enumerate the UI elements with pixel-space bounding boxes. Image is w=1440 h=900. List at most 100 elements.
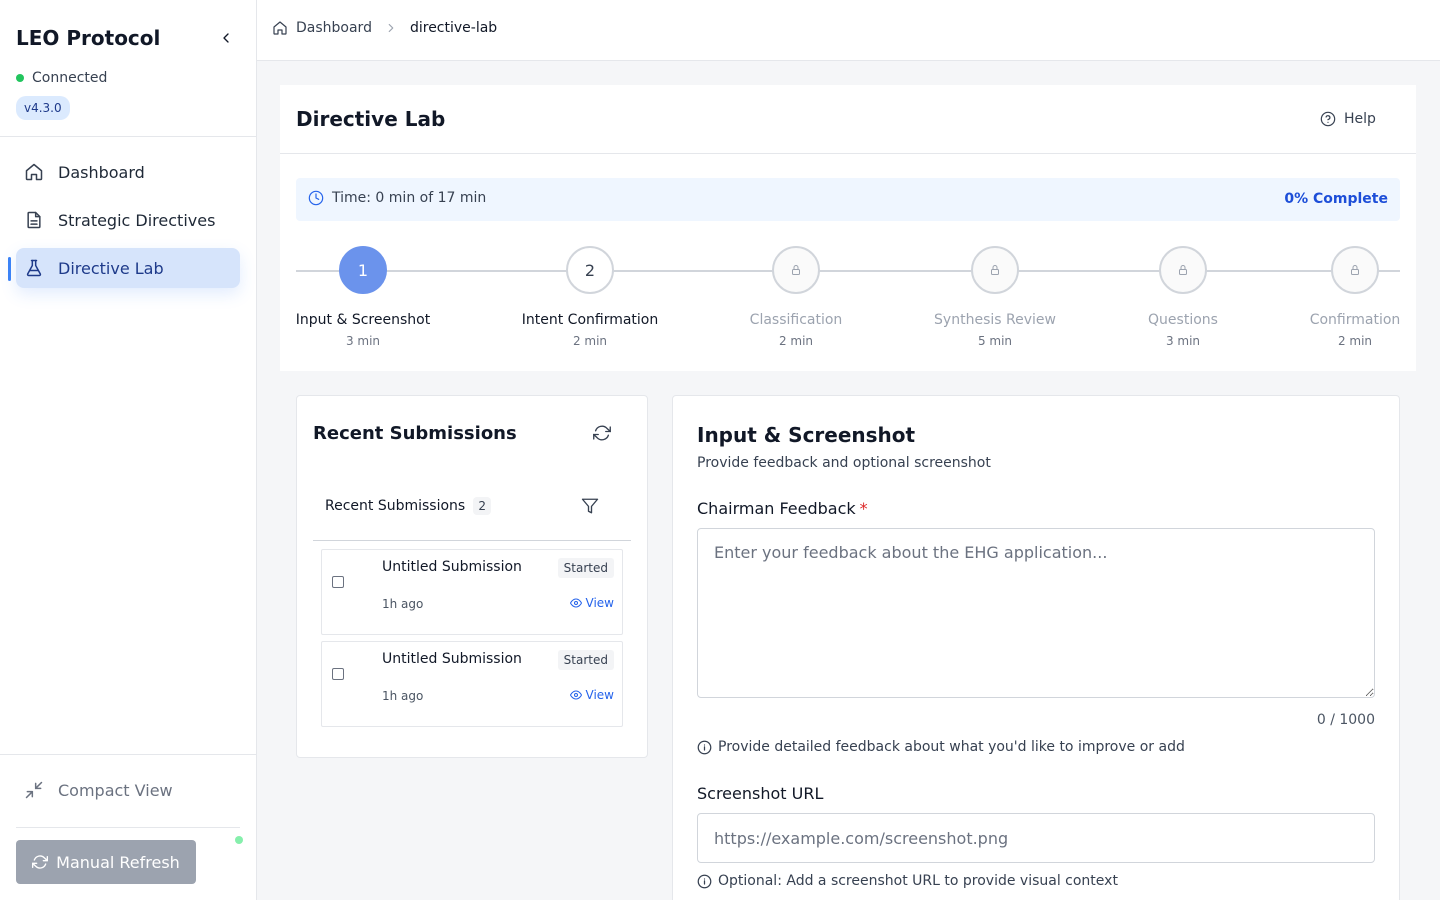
view-label: View — [585, 688, 614, 702]
view-button[interactable]: View — [569, 596, 614, 610]
lock-icon — [991, 265, 999, 275]
step-locked — [772, 246, 820, 294]
character-count: 0 / 1000 — [1316, 712, 1375, 728]
count-badge: 2 — [473, 497, 492, 515]
status-badge: Started — [557, 650, 614, 670]
home-icon — [25, 163, 43, 181]
divider — [280, 153, 1416, 154]
eye-icon — [569, 690, 582, 700]
view-label: View — [585, 596, 614, 610]
compact-view-label: Compact View — [58, 780, 173, 800]
step-synthesis-review: Synthesis Review 5 min — [925, 245, 1065, 348]
connection-status: Connected — [16, 70, 107, 86]
screenshot-url-hint: Optional: Add a screenshot URL to provid… — [697, 873, 1118, 889]
sidebar-item-label: Directive Lab — [58, 258, 164, 278]
step-intent-confirmation[interactable]: 2 Intent Confirmation 2 min — [520, 245, 660, 348]
list-title: Recent Submissions — [325, 498, 466, 514]
step-locked — [971, 246, 1019, 294]
info-icon — [697, 740, 712, 754]
submission-title: Untitled Submission — [382, 559, 522, 575]
step-time: 5 min — [977, 334, 1013, 348]
step-classification: Classification 2 min — [726, 245, 866, 348]
submission-time: 1h ago — [382, 597, 424, 611]
step-time: 3 min — [345, 334, 381, 348]
flask-icon — [26, 259, 42, 277]
step-questions: Questions 3 min — [1113, 245, 1253, 348]
step-label: Questions — [1148, 312, 1218, 328]
manual-refresh-button[interactable]: Manual Refresh — [16, 840, 196, 884]
help-circle-icon — [1320, 111, 1336, 127]
divider — [313, 540, 631, 541]
input-screenshot-form: Input & Screenshot Provide feedback and … — [672, 395, 1400, 900]
step-label: Input & Screenshot — [295, 312, 431, 328]
feedback-label-text: Chairman Feedback — [697, 499, 856, 518]
submissions-list-header: Recent Submissions 2 — [325, 497, 492, 515]
brand-title: LEO Protocol — [16, 26, 161, 50]
top-bar: Dashboard directive-lab — [257, 0, 1440, 61]
feedback-label: Chairman Feedback * — [697, 499, 868, 518]
breadcrumb-home-label: Dashboard — [296, 20, 372, 36]
step-number: 1 — [339, 246, 387, 294]
refresh-icon — [32, 855, 49, 869]
step-label: Synthesis Review — [934, 312, 1056, 328]
form-title: Input & Screenshot — [697, 423, 916, 447]
minimize-icon — [25, 781, 43, 799]
connection-status-label: Connected — [32, 70, 108, 86]
refresh-submissions-button[interactable] — [593, 424, 613, 444]
sidebar-item-dashboard[interactable]: Dashboard — [16, 152, 240, 192]
view-button[interactable]: View — [569, 688, 614, 702]
eye-icon — [569, 598, 582, 608]
step-label: Confirmation — [1309, 312, 1401, 328]
step-locked — [1331, 246, 1379, 294]
document-icon — [27, 211, 41, 229]
list-item[interactable]: Untitled Submission Started 1h ago View — [321, 641, 623, 727]
feedback-hint-text: Provide detailed feedback about what you… — [718, 739, 1185, 755]
sidebar-item-label: Dashboard — [58, 162, 145, 182]
step-time: 2 min — [778, 334, 814, 348]
screenshot-url-label: Screenshot URL — [697, 784, 824, 803]
breadcrumb-current: directive-lab — [409, 20, 498, 36]
step-time: 3 min — [1165, 334, 1201, 348]
filter-icon — [581, 498, 599, 514]
step-time: 2 min — [572, 334, 608, 348]
compact-view-toggle[interactable]: Compact View — [24, 780, 173, 800]
help-label: Help — [1344, 111, 1376, 127]
sidebar-item-directive-lab[interactable]: Directive Lab — [16, 248, 240, 288]
form-subtitle: Provide feedback and optional screenshot — [697, 455, 991, 471]
info-icon — [697, 874, 712, 888]
sidebar-item-strategic-directives[interactable]: Strategic Directives — [16, 200, 240, 240]
divider — [0, 754, 257, 755]
chevron-left-icon — [223, 33, 229, 43]
manual-refresh-label: Manual Refresh — [56, 852, 180, 872]
step-confirmation: Confirmation 2 min — [1285, 245, 1425, 348]
feedback-hint: Provide detailed feedback about what you… — [697, 739, 1185, 755]
select-checkbox[interactable] — [332, 576, 344, 588]
filter-button[interactable] — [581, 497, 601, 517]
lock-icon — [792, 265, 800, 275]
sidebar-item-label: Strategic Directives — [58, 210, 216, 230]
submission-time: 1h ago — [382, 689, 424, 703]
chairman-feedback-textarea[interactable] — [697, 528, 1375, 698]
screenshot-url-hint-text: Optional: Add a screenshot URL to provid… — [718, 873, 1118, 889]
chevron-right-icon — [388, 23, 394, 33]
time-estimate-label: Time: 0 min of 17 min — [332, 190, 487, 206]
step-time: 2 min — [1337, 334, 1373, 348]
percent-complete: 0% Complete — [1284, 191, 1388, 207]
screenshot-url-input[interactable] — [697, 813, 1375, 863]
list-item[interactable]: Untitled Submission Started 1h ago View — [321, 549, 623, 635]
clock-icon — [308, 190, 324, 206]
breadcrumb-home-link[interactable]: Dashboard — [272, 20, 372, 36]
status-badge: Started — [557, 558, 614, 578]
step-label: Intent Confirmation — [521, 312, 659, 328]
lock-icon — [1179, 265, 1187, 275]
time-progress-bar: Time: 0 min of 17 min 0% Complete — [296, 178, 1400, 221]
help-button[interactable]: Help — [1320, 107, 1376, 131]
status-dot — [16, 74, 24, 82]
collapse-sidebar-button[interactable] — [214, 26, 238, 50]
step-input-screenshot[interactable]: 1 Input & Screenshot 3 min — [293, 245, 433, 348]
step-number: 2 — [566, 246, 614, 294]
refresh-icon — [593, 425, 611, 441]
select-checkbox[interactable] — [332, 668, 344, 680]
divider — [0, 136, 257, 137]
step-locked — [1159, 246, 1207, 294]
